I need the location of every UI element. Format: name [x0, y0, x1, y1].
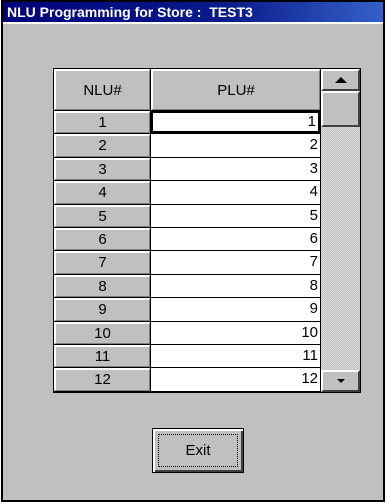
nlu-plu-grid: NLU# PLU# 1 1 2 2 3 3 4 4 5 5 6 6 7 7 8 8 9 9 10 10 11 11 12 12 [53, 68, 361, 393]
table-row: 88 [54, 274, 320, 299]
column-header-nlu: NLU# [54, 69, 150, 110]
exit-button-label: Exit [158, 434, 238, 467]
nlu-programming-window: NLU Programming for Store : TEST3 NLU# P… [1, 0, 385, 502]
table-row: 12 12 [54, 368, 320, 392]
plu-cell[interactable]: 2 [151, 134, 320, 157]
vertical-scrollbar[interactable] [320, 69, 360, 392]
scroll-up-button[interactable] [321, 69, 360, 91]
exit-button[interactable]: Exit [152, 428, 244, 473]
table-row: 66 [54, 227, 320, 252]
table-row: 77 [54, 251, 320, 275]
plu-cell[interactable]: 8 [151, 274, 320, 298]
table-row: 10 10 [54, 321, 320, 345]
table-row: 33 [54, 157, 320, 182]
nlu-cell[interactable]: 7 [54, 251, 150, 274]
nlu-cell[interactable]: 11 [54, 344, 150, 368]
table-row: 99 [54, 298, 320, 322]
nlu-cell[interactable]: 1 [54, 111, 150, 134]
table-row: 11 11 [54, 344, 320, 369]
scrollbar-thumb[interactable] [321, 91, 360, 127]
nlu-cell[interactable]: 8 [54, 274, 150, 298]
nlu-cell[interactable]: 3 [54, 157, 150, 181]
column-header-nlu-label: NLU# [83, 81, 122, 99]
plu-cell[interactable]: 1 [151, 111, 320, 134]
plu-cell[interactable]: 9 [151, 298, 320, 321]
nlu-cell[interactable]: 6 [54, 227, 150, 251]
nlu-cell[interactable]: 9 [54, 298, 150, 321]
nlu-cell[interactable]: 12 [54, 368, 150, 391]
nlu-cell[interactable]: 10 [54, 321, 150, 344]
plu-cell[interactable]: 12 [151, 368, 320, 391]
nlu-cell[interactable]: 5 [54, 204, 150, 227]
plu-cell[interactable]: 3 [151, 157, 320, 181]
table-row: 11 [54, 111, 320, 135]
table-row: 22 [54, 134, 320, 158]
nlu-cell[interactable]: 2 [54, 134, 150, 157]
window-title: NLU Programming for Store : TEST3 [3, 2, 383, 24]
table-row: 55 [54, 204, 320, 228]
column-header-plu-label: PLU# [217, 81, 255, 99]
grid-rows: 1 1 2 2 3 3 4 4 5 5 6 6 7 7 8 8 9 9 10 10 11 11 12 12 [54, 111, 320, 392]
table-row: 44 [54, 181, 320, 205]
scroll-up-arrow-icon [334, 77, 347, 83]
plu-cell[interactable]: 11 [151, 344, 320, 368]
plu-cell[interactable]: 10 [151, 321, 320, 344]
scroll-down-button[interactable] [321, 370, 360, 392]
scroll-down-arrow-icon [336, 379, 345, 383]
plu-cell[interactable]: 5 [151, 204, 320, 227]
nlu-cell[interactable]: 4 [54, 181, 150, 204]
column-header-plu: PLU# [151, 69, 320, 110]
plu-cell[interactable]: 4 [151, 181, 320, 204]
plu-cell[interactable]: 6 [151, 227, 320, 251]
plu-cell[interactable]: 7 [151, 251, 320, 274]
